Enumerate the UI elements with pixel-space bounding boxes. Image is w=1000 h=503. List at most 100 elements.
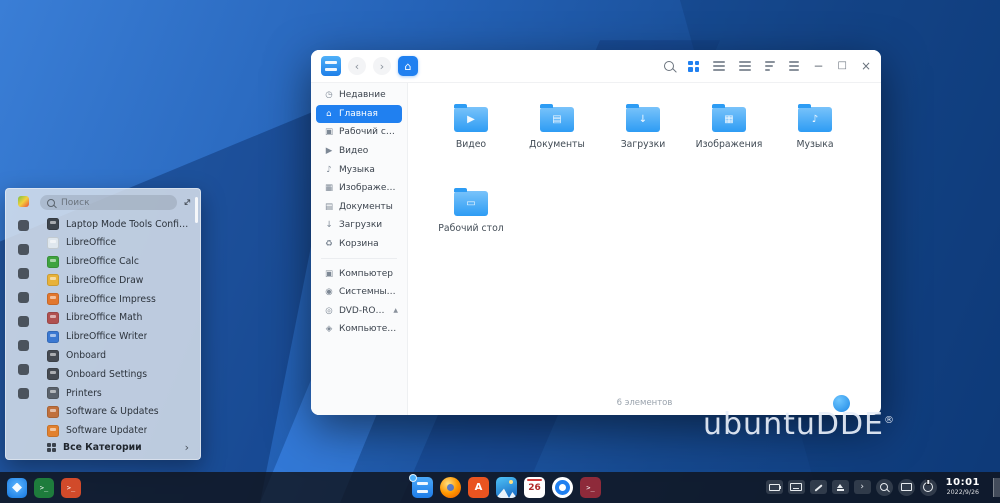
category-internet-icon[interactable] xyxy=(17,220,29,231)
category-music-icon[interactable] xyxy=(17,268,29,279)
search-input[interactable] xyxy=(59,196,133,209)
search-icon[interactable] xyxy=(664,61,675,71)
all-categories-button[interactable]: Все Категории › xyxy=(40,440,192,455)
dock-terminal-green[interactable]: >_ xyxy=(34,477,54,498)
tray-search[interactable] xyxy=(875,478,893,496)
folder-label: Видео xyxy=(455,139,487,150)
detail-view-icon[interactable] xyxy=(739,61,752,71)
onboard-settings-icon xyxy=(47,368,59,381)
category-all-icon[interactable] xyxy=(17,196,29,207)
forward-button[interactable]: › xyxy=(373,57,391,75)
sidebar-item-downloads[interactable]: ↓ Загрузки xyxy=(316,216,402,235)
folder-downloads[interactable]: ↓ Загрузки xyxy=(600,95,686,179)
category-video-icon[interactable] xyxy=(17,292,29,303)
app-label: Onboard Settings xyxy=(66,368,148,380)
calendar-day: 26 xyxy=(528,482,541,493)
dock-deepin-terminal[interactable]: >_ xyxy=(580,477,601,498)
launcher-app-onboard[interactable]: Onboard xyxy=(40,346,192,365)
tray-display[interactable] xyxy=(897,478,915,496)
tray-power[interactable] xyxy=(919,478,937,496)
category-games-icon[interactable] xyxy=(17,340,29,351)
launcher-header: ↔ xyxy=(40,195,195,211)
dock-control-center[interactable] xyxy=(552,477,573,498)
back-button[interactable]: ‹ xyxy=(348,57,366,75)
folder-pictures[interactable]: ▦ Изображения xyxy=(686,95,772,179)
category-chat-icon[interactable] xyxy=(17,244,29,255)
sidebar-item-music[interactable]: ♪ Музыка xyxy=(316,160,402,179)
eject-icon[interactable]: ▲ xyxy=(393,307,398,314)
list-view-icon[interactable] xyxy=(713,61,726,71)
launcher-app-software-updates[interactable]: Software & Updates xyxy=(40,403,192,422)
monitor-glyph: ▭ xyxy=(466,198,476,209)
sidebar-item-recent[interactable]: ◷ Недавние xyxy=(316,86,402,105)
dock-launcher-button[interactable] xyxy=(7,477,27,498)
launcher-app-laptop-mode-tools[interactable]: Laptop Mode Tools Configurati... xyxy=(40,215,192,234)
sidebar-item-home[interactable]: ⌂ Главная xyxy=(316,104,402,124)
folder-label: Документы xyxy=(529,139,585,150)
category-system-icon[interactable] xyxy=(17,388,29,399)
titlebar[interactable]: ‹ › ⌂ − □ × xyxy=(311,50,881,83)
launcher-app-printers[interactable]: Printers xyxy=(40,384,192,403)
menu-icon[interactable] xyxy=(789,61,800,71)
sidebar-item-pictures[interactable]: ▦ Изображения xyxy=(316,179,402,198)
titlebar-actions: − □ × xyxy=(664,60,871,72)
category-office-icon[interactable] xyxy=(17,364,29,375)
folder-videos[interactable]: ▶ Видео xyxy=(428,95,514,179)
launcher-app-libreoffice-draw[interactable]: LibreOffice Draw xyxy=(40,271,192,290)
file-view[interactable]: ▶ Видео ▤ Документы ↓ Загрузки ▦ Изображ… xyxy=(408,83,881,415)
home-crumb-button[interactable]: ⌂ xyxy=(398,56,418,76)
grid-view-icon[interactable] xyxy=(688,60,700,72)
sidebar-item-dvd-rom[interactable]: ◎ DVD-ROM При... ▲ xyxy=(316,302,402,321)
sidebar-label: Компьютеры в сети xyxy=(339,324,398,335)
dock-software-center[interactable]: A xyxy=(468,477,489,498)
launcher-scrollbar[interactable] xyxy=(195,197,198,223)
dock-file-manager[interactable] xyxy=(409,474,433,498)
dock-terminal-orange[interactable]: >_ xyxy=(61,477,81,498)
sidebar-item-videos[interactable]: ▶ Видео xyxy=(316,142,402,161)
videos-folder-icon: ▶ xyxy=(454,104,488,132)
launcher-app-libreoffice-math[interactable]: LibreOffice Math xyxy=(40,309,192,328)
dock-calendar[interactable]: 26 xyxy=(524,477,545,498)
sidebar-item-desktop[interactable]: ▣ Рабочий стол xyxy=(316,123,402,142)
minimize-button[interactable]: − xyxy=(813,60,823,72)
registered-mark: ® xyxy=(884,415,896,426)
music-folder-icon: ♪ xyxy=(798,104,832,132)
expand-launcher-icon[interactable]: ↔ xyxy=(181,196,195,210)
document-glyph: ▤ xyxy=(552,114,562,125)
folder-documents[interactable]: ▤ Документы xyxy=(514,95,600,179)
sidebar-item-documents[interactable]: ▤ Документы xyxy=(316,198,402,217)
launcher-app-libreoffice[interactable]: LibreOffice xyxy=(40,233,192,252)
launcher-app-libreoffice-writer[interactable]: LibreOffice Writer xyxy=(40,327,192,346)
prompt-glyph: >_ xyxy=(586,483,595,492)
launcher-app-libreoffice-impress[interactable]: LibreOffice Impress xyxy=(40,290,192,309)
watermark-dot xyxy=(833,395,850,412)
tray-onboard[interactable] xyxy=(809,480,827,495)
folder-music[interactable]: ♪ Музыка xyxy=(772,95,858,179)
sidebar-item-system-disk[interactable]: ◉ Системный Диск xyxy=(316,283,402,302)
sidebar-label: Документы xyxy=(339,201,393,212)
tray-expand[interactable]: › xyxy=(853,480,871,495)
images-icon: ▦ xyxy=(324,183,334,194)
tray-keyboard-layout[interactable] xyxy=(787,480,805,495)
sidebar-item-network[interactable]: ◈ Компьютеры в сети xyxy=(316,320,402,339)
window-body: ◷ Недавние ⌂ Главная ▣ Рабочий стол ▶ Ви… xyxy=(311,83,881,415)
dock-photos[interactable] xyxy=(496,477,517,498)
tray-battery[interactable] xyxy=(765,480,783,495)
category-graphics-icon[interactable] xyxy=(17,316,29,327)
launcher-app-onboard-settings[interactable]: Onboard Settings xyxy=(40,365,192,384)
launcher-search[interactable] xyxy=(40,195,177,211)
sort-icon[interactable] xyxy=(765,61,776,71)
launcher-app-libreoffice-calc[interactable]: LibreOffice Calc xyxy=(40,252,192,271)
show-desktop-button[interactable] xyxy=(993,478,1000,497)
tray-clock[interactable]: 10:01 2022/9/26 xyxy=(946,478,980,496)
maximize-button[interactable]: □ xyxy=(837,61,846,71)
dock-firefox[interactable] xyxy=(440,477,461,498)
tray-eject[interactable] xyxy=(831,480,849,495)
app-label: LibreOffice Impress xyxy=(66,293,156,305)
sidebar-item-computer[interactable]: ▣ Компьютер xyxy=(316,264,402,283)
close-button[interactable]: × xyxy=(861,60,871,72)
video-icon: ▶ xyxy=(325,146,333,157)
launcher-app-software-updater[interactable]: Software Updater xyxy=(40,421,192,440)
folder-desktop[interactable]: ▭ Рабочий стол xyxy=(428,179,514,263)
sidebar-item-trash[interactable]: ♻ Корзина xyxy=(316,235,402,254)
